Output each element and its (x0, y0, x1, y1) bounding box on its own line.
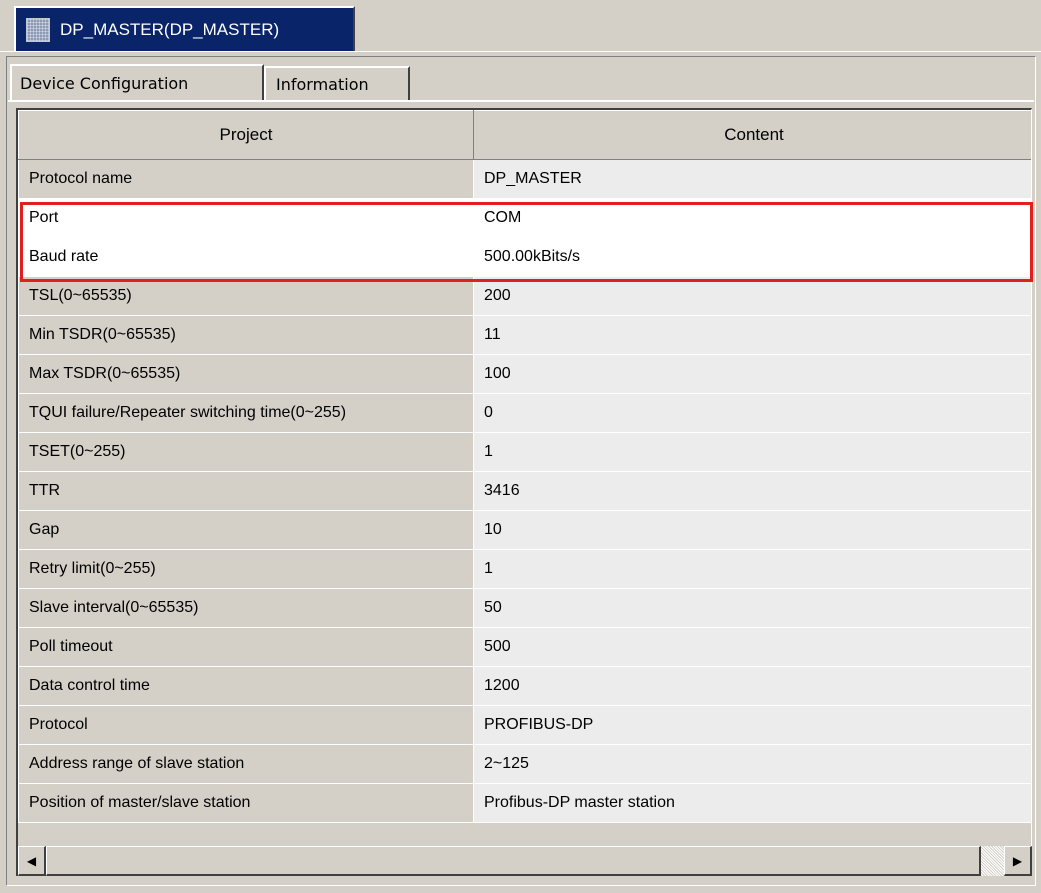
row-project-cell: Protocol (18, 705, 474, 745)
tab-information[interactable]: Information (264, 66, 410, 100)
table-row[interactable]: TSL(0~65535) 200 (18, 276, 1031, 316)
document-tab[interactable]: DP_MASTER(DP_MASTER) (14, 6, 355, 52)
row-content-cell[interactable]: 2~125 (473, 744, 1031, 784)
table-row[interactable]: TSET(0~255) 1 (18, 432, 1031, 472)
horizontal-scrollbar[interactable]: ◀ ▶ (16, 846, 1032, 876)
row-content-cell[interactable]: 11 (473, 315, 1031, 355)
row-project-cell: TSET(0~255) (18, 432, 474, 472)
row-content-cell[interactable]: 200 (473, 276, 1031, 316)
scroll-thumb[interactable] (46, 846, 981, 876)
left-arrow-icon: ◀ (26, 853, 37, 868)
row-project-cell: TTR (18, 471, 474, 511)
config-grid: Project Content Protocol name DP_MASTER P… (16, 108, 1032, 846)
row-content-cell[interactable]: 10 (473, 510, 1031, 550)
row-project-cell: Data control time (18, 666, 474, 706)
row-project-cell: Gap (18, 510, 474, 550)
row-project-cell: TSL(0~65535) (18, 276, 474, 316)
tab-strip-divider (0, 51, 1041, 52)
row-content-cell[interactable]: 1 (473, 549, 1031, 589)
device-icon (26, 18, 50, 42)
table-row[interactable]: Address range of slave station 2~125 (18, 744, 1031, 784)
table-row[interactable]: Max TSDR(0~65535) 100 (18, 354, 1031, 394)
table-row[interactable]: TQUI failure/Repeater switching time(0~2… (18, 393, 1031, 433)
row-content-cell[interactable]: 0 (473, 393, 1031, 433)
row-project-cell: Slave interval(0~65535) (18, 588, 474, 628)
row-project-cell: Position of master/slave station (18, 783, 474, 823)
table-row[interactable]: Slave interval(0~65535) 50 (18, 588, 1031, 628)
table-row[interactable]: Protocol PROFIBUS-DP (18, 705, 1031, 745)
row-content-cell[interactable]: DP_MASTER (473, 159, 1031, 199)
row-content-cell[interactable]: 1200 (473, 666, 1031, 706)
config-tabs: Device Configuration Information (10, 64, 410, 100)
table-row[interactable]: TTR 3416 (18, 471, 1031, 511)
tab-device-configuration[interactable]: Device Configuration (10, 64, 264, 100)
table-row[interactable]: Position of master/slave station Profibus… (18, 783, 1031, 823)
row-content-cell[interactable]: 100 (473, 354, 1031, 394)
document-tab-title: DP_MASTER(DP_MASTER) (60, 20, 280, 39)
table-header-row: Project Content (18, 110, 1031, 160)
table-row[interactable]: Poll timeout 500 (18, 627, 1031, 667)
row-content-cell[interactable]: 3416 (473, 471, 1031, 511)
row-project-cell: Min TSDR(0~65535) (18, 315, 474, 355)
row-project-cell: Port (18, 198, 474, 238)
row-project-cell: Retry limit(0~255) (18, 549, 474, 589)
row-project-cell: Poll timeout (18, 627, 474, 667)
table-row[interactable]: Retry limit(0~255) 1 (18, 549, 1031, 589)
tab-information-label: Information (276, 74, 369, 94)
table-row[interactable]: Protocol name DP_MASTER (18, 159, 1031, 199)
column-header-content[interactable]: Content (473, 110, 1031, 160)
row-content-cell[interactable]: Profibus-DP master station (473, 783, 1031, 823)
table-row[interactable]: Baud rate 500.00kBits/s (18, 237, 1031, 277)
table-row[interactable]: Min TSDR(0~65535) 11 (18, 315, 1031, 355)
row-content-cell[interactable]: 50 (473, 588, 1031, 628)
table-row[interactable]: Gap 10 (18, 510, 1031, 550)
row-project-cell: Max TSDR(0~65535) (18, 354, 474, 394)
table-row[interactable]: Data control time 1200 (18, 666, 1031, 706)
row-project-cell: Baud rate (18, 237, 474, 277)
row-content-cell[interactable]: COM (473, 198, 1031, 238)
row-content-cell[interactable]: 500.00kBits/s (473, 237, 1031, 277)
row-project-cell: Address range of slave station (18, 744, 474, 784)
row-content-cell[interactable]: PROFIBUS-DP (473, 705, 1031, 745)
column-header-project[interactable]: Project (18, 110, 474, 160)
row-project-cell: Protocol name (18, 159, 474, 199)
row-content-cell[interactable]: 1 (473, 432, 1031, 472)
row-content-cell[interactable]: 500 (473, 627, 1031, 667)
row-project-cell: TQUI failure/Repeater switching time(0~2… (18, 393, 474, 433)
config-table: Project Content Protocol name DP_MASTER P… (18, 110, 1031, 823)
right-arrow-icon: ▶ (1012, 853, 1023, 868)
tab-device-configuration-label: Device Configuration (20, 73, 189, 93)
scroll-right-button[interactable]: ▶ (1004, 846, 1032, 876)
tabs-divider (8, 100, 1034, 102)
scroll-left-button[interactable]: ◀ (18, 846, 46, 876)
table-row[interactable]: Port COM (18, 198, 1031, 238)
